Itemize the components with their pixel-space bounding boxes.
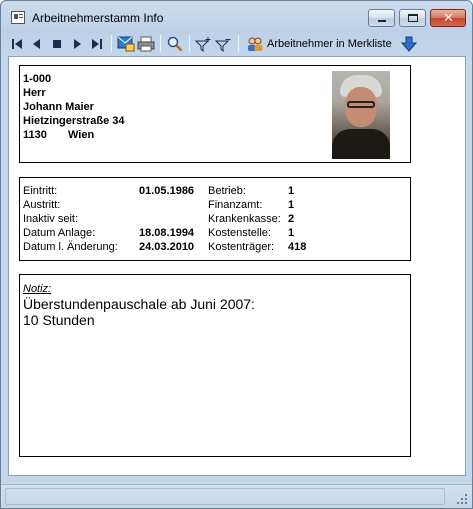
download-button[interactable] <box>399 34 419 54</box>
window-title: Arbeitnehmerstamm Info <box>32 11 164 25</box>
detail-label: Finanzamt: <box>208 199 263 211</box>
last-record-button[interactable] <box>87 34 107 54</box>
employee-number: 1-000 <box>23 73 52 85</box>
stop-button[interactable] <box>47 34 67 54</box>
title-bar[interactable]: Arbeitnehmerstamm Info ✕ <box>1 1 472 31</box>
status-bar <box>1 484 472 508</box>
detail-value: 1 <box>288 227 295 239</box>
skip-first-icon <box>12 38 22 49</box>
people-icon <box>248 37 263 51</box>
employee-city-line: 1130 Wien <box>23 128 124 142</box>
app-icon <box>11 11 25 24</box>
detail-label: Kostenstelle: <box>208 227 271 239</box>
detail-value: 18.08.1994 <box>139 227 195 239</box>
email-button[interactable] <box>116 34 136 54</box>
detail-label: Inaktiv seit: <box>23 213 79 225</box>
prev-icon <box>33 38 40 49</box>
content-area: 1-000 Herr Johann Maier Hietzingerstraße… <box>8 56 466 476</box>
magnifier-icon <box>167 36 183 51</box>
detail-value: 24.03.2010 <box>139 241 195 253</box>
toolbar: Arbeitnehmer in Merkliste <box>7 32 467 55</box>
next-record-button[interactable] <box>67 34 87 54</box>
detail-label: Kostenträger: <box>208 241 275 253</box>
arrow-down-icon <box>400 36 417 52</box>
filter-remove-button[interactable] <box>214 34 234 54</box>
merkliste-button[interactable]: Arbeitnehmer in Merkliste <box>243 34 395 54</box>
detail-label: Eintritt: <box>23 185 58 197</box>
next-icon <box>74 38 81 49</box>
detail-value: 2 <box>288 213 295 225</box>
toolbar-separator <box>238 35 239 52</box>
notes-label: Notiz: <box>23 283 52 295</box>
maximize-icon <box>408 14 418 22</box>
window: Arbeitnehmerstamm Info ✕ Arbeitnehmer in… <box>0 0 473 509</box>
detail-label: Austritt: <box>23 199 61 211</box>
employee-salutation: Herr <box>23 87 46 99</box>
detail-value: 1 <box>288 199 295 211</box>
detail-label: Datum Anlage: <box>23 227 96 239</box>
notes-panel: Notiz: Überstundenpauschale ab Juni 2007… <box>19 274 411 457</box>
employee-name: Johann Maier <box>23 101 94 113</box>
merkliste-label: Arbeitnehmer in Merkliste <box>267 37 392 50</box>
address-panel: 1-000 Herr Johann Maier Hietzingerstraße… <box>19 65 411 163</box>
print-button[interactable] <box>136 34 156 54</box>
close-icon: ✕ <box>443 10 454 25</box>
employee-photo <box>332 71 390 159</box>
notes-text: Überstundenpauschale ab Juni 2007: 10 St… <box>23 296 255 328</box>
employee-street: Hietzingerstraße 34 <box>23 115 125 127</box>
employee-zip: 1130 <box>23 129 47 141</box>
close-button[interactable]: ✕ <box>430 9 466 27</box>
printer-icon <box>137 36 155 51</box>
skip-last-icon <box>92 38 102 49</box>
toolbar-separator <box>189 35 190 52</box>
toolbar-separator <box>160 35 161 52</box>
detail-value: 418 <box>288 241 307 253</box>
employee-city: Wien <box>68 129 95 141</box>
status-pane <box>5 488 445 505</box>
detail-label: Datum l. Änderung: <box>23 241 118 253</box>
toolbar-separator <box>111 35 112 52</box>
first-record-button[interactable] <box>7 34 27 54</box>
minimize-button[interactable] <box>368 9 395 27</box>
resize-grip-icon[interactable] <box>456 493 468 505</box>
detail-label: Betrieb: <box>208 185 246 197</box>
detail-label: Krankenkasse: <box>208 213 281 225</box>
search-button[interactable] <box>165 34 185 54</box>
filter-add-button[interactable] <box>194 34 214 54</box>
detail-value: 1 <box>288 185 295 197</box>
minimize-icon <box>378 20 386 22</box>
stop-icon <box>53 39 61 48</box>
filter-plus-icon <box>195 36 211 52</box>
maximize-button[interactable] <box>399 9 426 27</box>
filter-minus-icon <box>215 38 231 52</box>
previous-record-button[interactable] <box>27 34 47 54</box>
detail-value: 01.05.1986 <box>139 185 195 197</box>
details-panel: Eintritt: 01.05.1986 Betrieb: 1 Austritt… <box>19 177 411 261</box>
address-lines: 1-000 Herr Johann Maier Hietzingerstraße… <box>23 72 124 142</box>
email-icon <box>117 36 135 51</box>
